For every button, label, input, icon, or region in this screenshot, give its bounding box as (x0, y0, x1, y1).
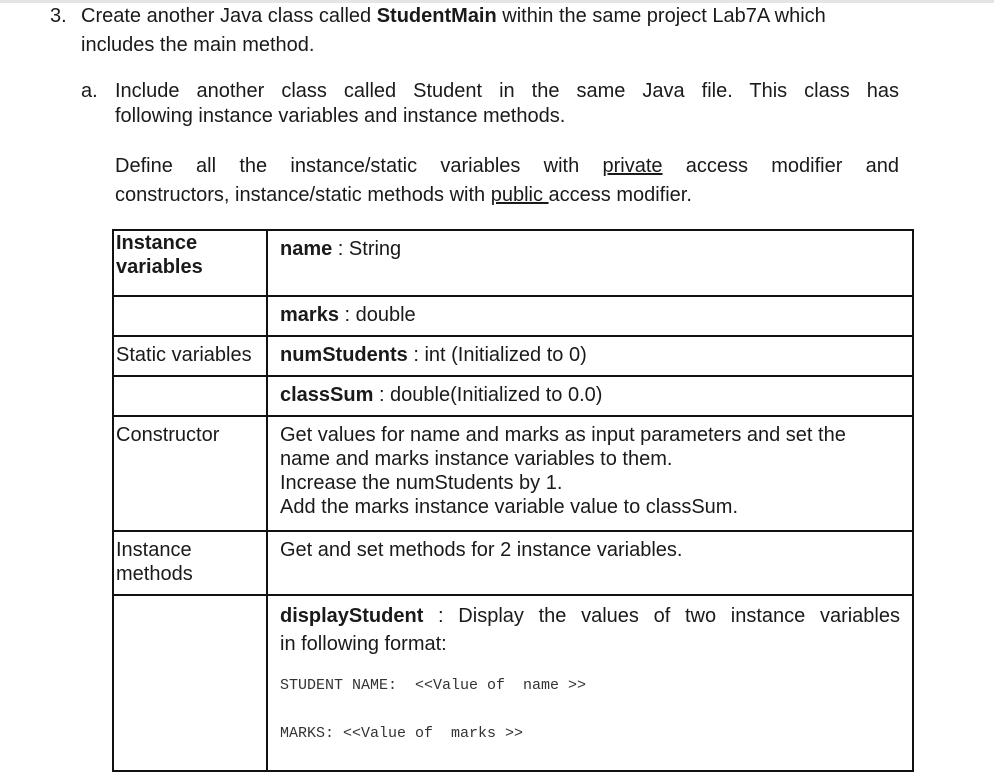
row-content: displayStudent : Display the values of t… (266, 594, 914, 772)
row-label (112, 594, 268, 772)
sub-item-text-line2: following instance variables and instanc… (115, 105, 566, 127)
public-keyword: public (490, 184, 549, 206)
row-label: Instance variables (112, 229, 268, 297)
table-row: Static variables numStudents : int (Init… (112, 335, 914, 377)
private-keyword: private (602, 155, 663, 177)
student-spec-table: Instance variables name : String marks :… (112, 229, 914, 772)
class-name-studentmain: StudentMain (376, 5, 497, 27)
row-label: Instance methods (112, 530, 268, 596)
step-number: 3. (50, 5, 67, 27)
row-label (112, 295, 268, 337)
define-text-line1: Define all the instance/static variables… (115, 155, 899, 177)
step-text-line1: Create another Java class called Student… (81, 5, 826, 27)
row-label: Constructor (112, 415, 268, 532)
table-row: marks : double (112, 295, 914, 337)
table-row: Instance variables name : String (112, 229, 914, 297)
table-row: Instance methods Get and set methods for… (112, 530, 914, 596)
row-content: classSum : double(Initialized to 0.0) (266, 375, 914, 417)
row-content: marks : double (266, 295, 914, 337)
table-row: Constructor Get values for name and mark… (112, 415, 914, 532)
table-row: displayStudent : Display the values of t… (112, 594, 914, 772)
define-text-line2: constructors, instance/static methods wi… (115, 184, 692, 206)
format-line-marks: MARKS: <<Value of marks >> (280, 725, 524, 742)
step-text-line2: includes the main method. (81, 34, 315, 56)
table-row: classSum : double(Initialized to 0.0) (112, 375, 914, 417)
sub-item-marker: a. (81, 80, 98, 102)
row-label: Static variables (112, 335, 268, 377)
row-content: name : String (266, 229, 914, 297)
row-content: Get and set methods for 2 instance varia… (266, 530, 914, 596)
row-content: Get values for name and marks as input p… (266, 415, 914, 532)
row-content: numStudents : int (Initialized to 0) (266, 335, 914, 377)
sub-item-text-line1: Include another class called Student in … (115, 80, 899, 102)
format-line-name: STUDENT NAME: <<Value of name >> (280, 677, 587, 694)
row-label (112, 375, 268, 417)
page-top-edge (0, 0, 994, 3)
